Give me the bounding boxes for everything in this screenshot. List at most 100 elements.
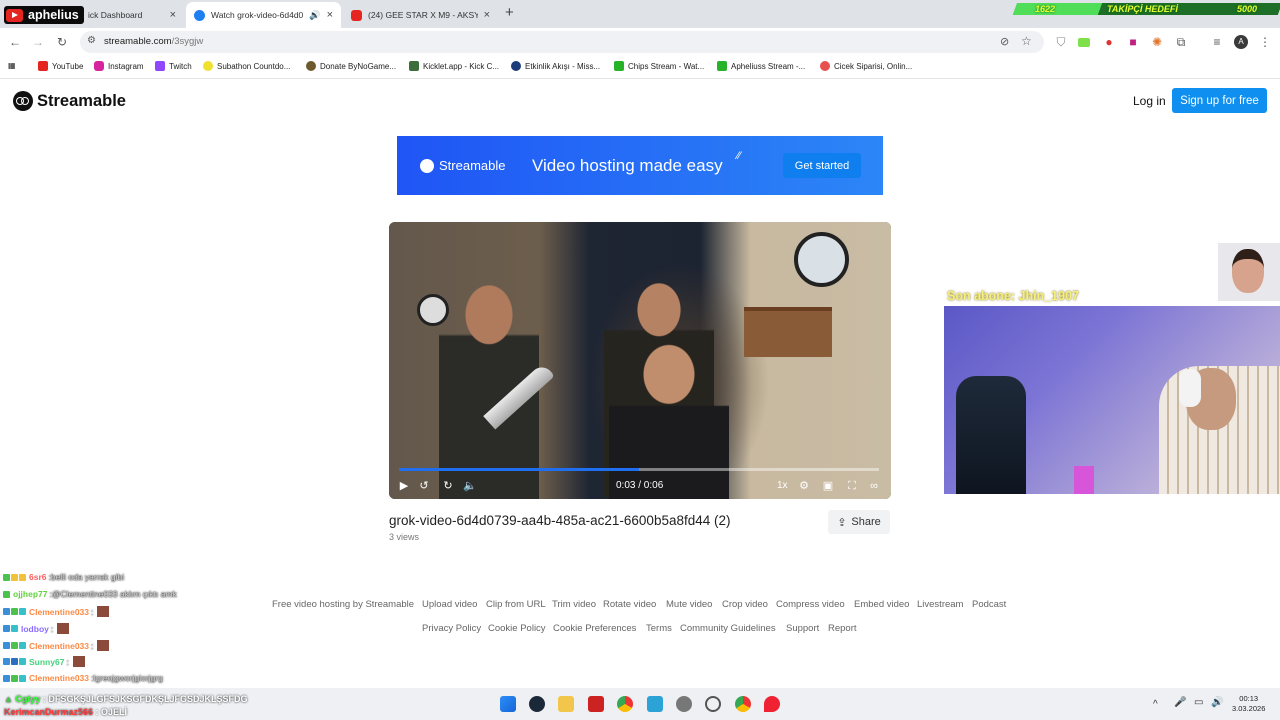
bookmark-chips[interactable]: Chips Stream - Wat...: [614, 61, 704, 71]
chat-message: lodboy:: [3, 623, 70, 634]
badge-icon: ▲: [4, 694, 16, 704]
footer-link[interactable]: Podcast: [972, 599, 1006, 610]
picture-in-picture-icon[interactable]: ▣: [821, 479, 835, 493]
bookmark-etkinlik[interactable]: Etkinlik Akışı - Miss...: [511, 61, 600, 71]
bookmark-label: Donate ByNoGame...: [320, 61, 397, 71]
forward-icon[interactable]: →: [31, 35, 45, 49]
bookmark-star-icon[interactable]: ☆: [1021, 34, 1032, 48]
footer-link[interactable]: Support: [786, 623, 819, 634]
video-progress-bar[interactable]: [399, 468, 879, 471]
twitch-extension-icon[interactable]: ■: [1126, 35, 1140, 49]
record-extension-icon[interactable]: ●: [1102, 35, 1116, 49]
menu-kebab-icon[interactable]: ⋮: [1258, 35, 1272, 49]
chrome-active-icon[interactable]: [735, 696, 751, 712]
footer-link[interactable]: Cookie Policy: [488, 623, 546, 634]
share-button[interactable]: ⇪ Share: [828, 510, 890, 534]
reload-icon[interactable]: ↻: [55, 35, 69, 49]
bookmark-cicek[interactable]: Cicek Siparisi, Onlin...: [820, 61, 912, 71]
tab-youtube[interactable]: (24) GEE STAR X M9 - AKSYON ×: [343, 2, 498, 28]
streamable-logo[interactable]: Streamable: [13, 91, 126, 111]
footer-link[interactable]: Community Guidelines: [680, 623, 776, 634]
badge-icon: [19, 608, 26, 615]
bookmark-subathon[interactable]: Subathon Countdo...: [203, 61, 290, 71]
speed-button[interactable]: 1x: [777, 480, 788, 491]
bookmark-apheliuss[interactable]: Apheliuss Stream -...: [717, 61, 805, 71]
apps-grid-icon[interactable]: ▦: [8, 61, 16, 70]
file-explorer-icon[interactable]: [558, 696, 574, 712]
footer-link[interactable]: Embed video: [854, 599, 909, 610]
new-tab-button[interactable]: +: [505, 4, 514, 21]
url-domain: streamable.com: [104, 36, 172, 47]
maps-pin-icon[interactable]: [764, 696, 780, 712]
volume-icon[interactable]: 🔈: [463, 479, 477, 493]
app-blue-icon[interactable]: [647, 696, 663, 712]
bookmark-label: Apheliuss Stream -...: [731, 61, 806, 71]
footer-link[interactable]: Terms: [646, 623, 672, 634]
profile-avatar-icon[interactable]: A: [1234, 35, 1248, 49]
close-tab-icon[interactable]: ×: [164, 9, 176, 21]
bookmark-label: Etkinlik Akışı - Miss...: [525, 61, 601, 71]
extensions-puzzle-icon[interactable]: ⧉: [1174, 35, 1188, 49]
reading-list-icon[interactable]: ≡: [1210, 35, 1224, 49]
chat-message: 6sr6: belli oda yarrak gibi: [3, 572, 124, 582]
shield-extension-icon[interactable]: ⛉: [1054, 35, 1068, 49]
bookmark-youtube[interactable]: YouTube: [38, 61, 83, 71]
app-red-icon[interactable]: [588, 696, 604, 712]
fullscreen-icon[interactable]: ⛶: [845, 479, 859, 493]
steam-icon[interactable]: [529, 696, 545, 712]
tab-streamable[interactable]: Watch grok-video-6d4d073 🔊 ×: [186, 2, 341, 28]
windows-start-icon[interactable]: [500, 696, 516, 712]
video-player[interactable]: ▶ ↺ ↻ 🔈 0:03 / 0:06 1x ⚙ ▣ ⛶ ∞: [389, 222, 891, 499]
bookmark-donate[interactable]: Donate ByNoGame...: [306, 61, 396, 71]
footer-link[interactable]: Rotate video: [603, 599, 656, 610]
close-tab-icon[interactable]: ×: [321, 9, 333, 21]
footer-link[interactable]: Upload video: [422, 599, 477, 610]
bookmark-instagram[interactable]: Instagram: [94, 61, 144, 71]
system-clock[interactable]: 00:13 3.03.2026: [1232, 694, 1265, 714]
chrome-icon[interactable]: [617, 696, 633, 712]
banner-brand: Streamable: [420, 158, 505, 173]
forward-skip-icon[interactable]: ↻: [441, 479, 455, 493]
footer-link[interactable]: Crop video: [722, 599, 768, 610]
tray-chevron-icon[interactable]: ^: [1153, 699, 1158, 710]
footer-link[interactable]: Cookie Preferences: [553, 623, 636, 634]
rewind-icon[interactable]: ↺: [417, 479, 431, 493]
address-bar[interactable]: ⚙ streamable.com/3sygjw ⊘ ☆: [80, 31, 1044, 53]
bookmark-label: Instagram: [108, 61, 144, 71]
streamable-mark-icon[interactable]: ∞: [867, 479, 881, 493]
footer-link[interactable]: Privacy Policy: [422, 623, 481, 634]
orange-extension-icon[interactable]: ✺: [1150, 35, 1164, 49]
footer-link[interactable]: Free video hosting by Streamable: [272, 599, 414, 610]
footer-link[interactable]: Livestream: [917, 599, 963, 610]
kicklet-icon: [409, 61, 419, 71]
obs-icon[interactable]: [676, 696, 692, 712]
bookmark-kicklet[interactable]: Kicklet.app - Kick C...: [409, 61, 499, 71]
footer-link[interactable]: Trim video: [552, 599, 596, 610]
footer-link[interactable]: Mute video: [666, 599, 712, 610]
tab-kick-dashboard[interactable]: ick Dashboard ×: [80, 2, 184, 28]
eye-off-icon[interactable]: ⊘: [1000, 35, 1009, 48]
close-tab-icon[interactable]: ×: [478, 9, 490, 21]
share-label: Share: [851, 516, 881, 528]
footer-link[interactable]: Report: [828, 623, 857, 634]
site-info-icon[interactable]: ⚙: [87, 35, 96, 46]
etkinlik-icon: [511, 61, 521, 71]
signup-button[interactable]: Sign up for free: [1172, 88, 1267, 113]
volume-tray-icon[interactable]: 🔊: [1211, 697, 1223, 708]
footer-link[interactable]: Compress video: [776, 599, 845, 610]
get-started-button[interactable]: Get started: [783, 153, 861, 178]
microphone-icon[interactable]: 🎤: [1174, 697, 1186, 708]
network-icon[interactable]: ▭: [1194, 697, 1203, 708]
video-title: grok-video-6d4d0739-aa4b-485a-ac21-6600b…: [389, 513, 731, 528]
video-cabinet: [744, 307, 832, 357]
settings-gear-icon[interactable]: ⚙: [797, 479, 811, 493]
login-link[interactable]: Log in: [1133, 94, 1166, 108]
settings-app-icon[interactable]: [705, 696, 721, 712]
chat-username: KerimcanDurmaz566: [4, 707, 94, 717]
bookmark-twitch[interactable]: Twitch: [155, 61, 192, 71]
back-icon[interactable]: ←: [8, 35, 22, 49]
promo-banner[interactable]: Streamable Video hosting made easy ⁄⁄ Ge…: [397, 136, 883, 195]
play-icon[interactable]: ▶: [397, 479, 411, 493]
footer-link[interactable]: Clip from URL: [486, 599, 546, 610]
battery-extension-icon[interactable]: [1078, 38, 1090, 47]
